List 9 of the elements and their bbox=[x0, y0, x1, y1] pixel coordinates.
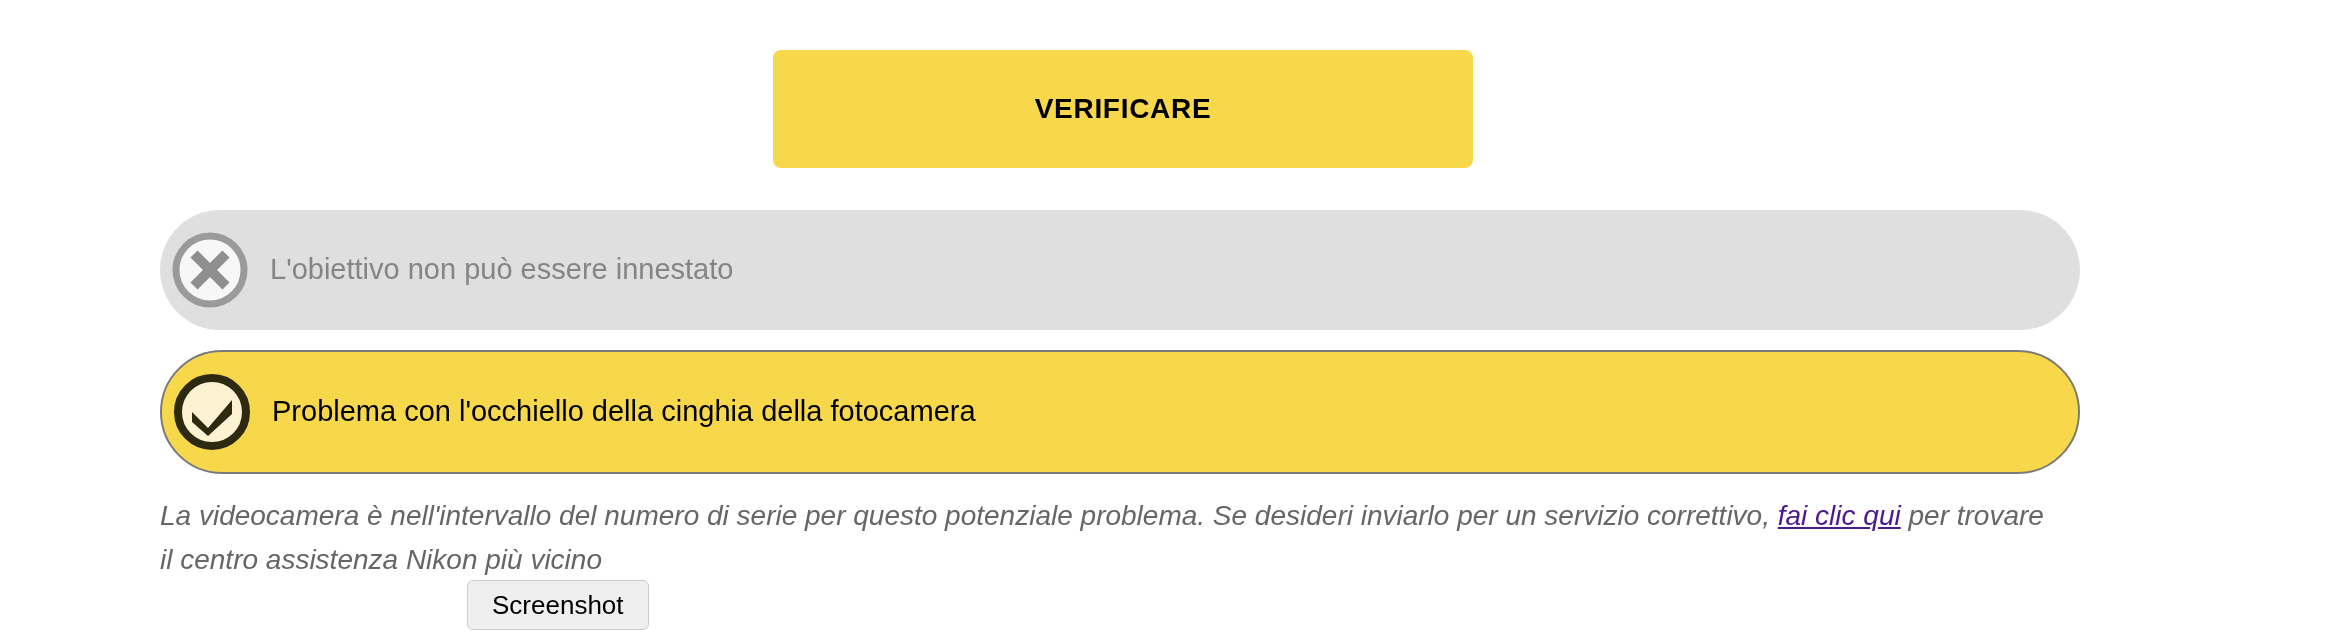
close-icon bbox=[170, 230, 250, 310]
check-icon bbox=[172, 372, 252, 452]
option-label: L'obiettivo non può essere innestato bbox=[270, 252, 734, 288]
result-message: La videocamera è nell'intervallo del numero di serie per questo potenziale problema. Se desideri inviarlo per un servizio correttivo, fai clic qui per trovare il centro assistenza Nikon più vicino bbox=[160, 499, 2045, 577]
find-center-link[interactable]: fai clic qui bbox=[1777, 500, 1901, 531]
screenshot-button[interactable]: Screenshot bbox=[467, 580, 649, 630]
option-label: Problema con l'occhiello della cinghia della fotocamera bbox=[272, 394, 976, 430]
verify-button[interactable]: VERIFICARE bbox=[773, 50, 1473, 168]
option-pill[interactable]: Problema con l'occhiello della cinghia della fotocamera bbox=[160, 350, 2080, 474]
